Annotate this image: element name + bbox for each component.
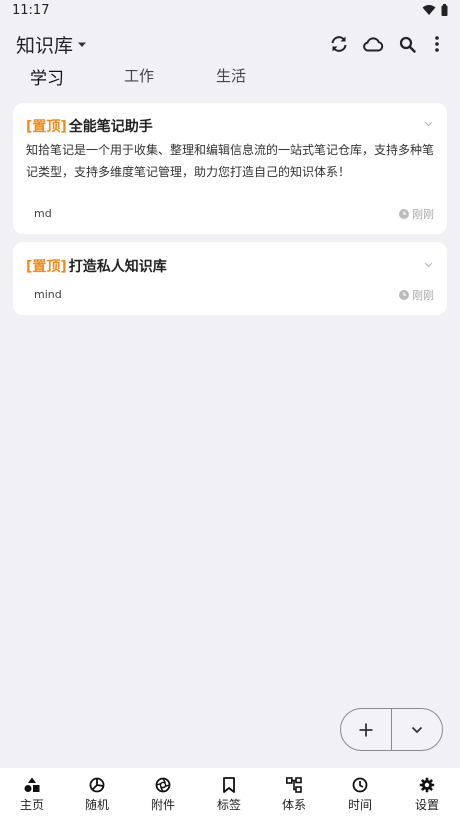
bookmark-icon bbox=[223, 777, 235, 793]
plus-icon bbox=[359, 723, 373, 736]
status-time: 11:17 bbox=[12, 3, 50, 18]
nav-item-random[interactable]: 随机 bbox=[64, 768, 130, 819]
nav-item-home[interactable]: 主页 bbox=[0, 768, 65, 819]
note-time-label: 刚刚 bbox=[412, 208, 434, 221]
note-title-row: [置顶] 全能笔记助手 bbox=[26, 116, 435, 136]
hierarchy-icon bbox=[286, 777, 302, 793]
cloud-button[interactable] bbox=[356, 30, 390, 58]
note-title: 全能笔记助手 bbox=[68, 119, 153, 135]
sync-icon bbox=[331, 36, 347, 52]
tab-work[interactable]: 工作 bbox=[124, 65, 154, 86]
note-description: 知拾笔记是一个用于收集、整理和编辑信息流的一站式笔记仓库，支持多种笔记类型，支持… bbox=[26, 143, 435, 179]
expand-chevron-icon[interactable] bbox=[424, 121, 433, 127]
add-note-button[interactable] bbox=[341, 709, 391, 750]
clock-icon bbox=[352, 777, 368, 793]
nav-label: 标签 bbox=[216, 798, 241, 812]
nav-item-system[interactable]: 体系 bbox=[261, 768, 327, 819]
category-tabs: 学习 工作 生活 bbox=[0, 62, 460, 90]
sync-button[interactable] bbox=[322, 30, 356, 58]
cloud-icon bbox=[363, 37, 384, 52]
note-type: mind bbox=[34, 288, 62, 301]
wifi-icon bbox=[422, 5, 436, 15]
search-icon bbox=[399, 36, 416, 53]
nav-label: 体系 bbox=[281, 798, 306, 812]
pinned-badge: [置顶] bbox=[26, 259, 67, 275]
chevron-down-icon bbox=[411, 726, 423, 733]
bottom-nav: 主页 随机 附件 标签 体系 时间 设置 bbox=[0, 768, 460, 819]
nav-label: 设置 bbox=[414, 798, 439, 812]
tab-study[interactable]: 学习 bbox=[30, 64, 64, 89]
app-bar: 知识库 bbox=[0, 22, 460, 66]
note-type: md bbox=[34, 207, 52, 220]
random-icon bbox=[89, 777, 105, 793]
nav-item-tags[interactable]: 标签 bbox=[196, 768, 262, 819]
note-time: 刚刚 bbox=[399, 206, 434, 222]
note-time: 刚刚 bbox=[399, 287, 434, 303]
tab-life[interactable]: 生活 bbox=[216, 65, 246, 86]
home-shapes-icon bbox=[24, 777, 40, 792]
nav-label: 随机 bbox=[84, 798, 109, 812]
nav-item-attachments[interactable]: 附件 bbox=[130, 768, 196, 819]
knowledge-base-selector[interactable]: 知识库 bbox=[16, 31, 87, 58]
fab-group bbox=[340, 708, 443, 751]
app-actions bbox=[322, 30, 450, 58]
gear-icon bbox=[419, 777, 435, 793]
note-card[interactable]: [置顶] 全能笔记助手 知拾笔记是一个用于收集、整理和编辑信息流的一站式笔记仓库… bbox=[13, 103, 447, 234]
more-menu-button[interactable] bbox=[424, 30, 450, 58]
expand-chevron-icon[interactable] bbox=[424, 262, 433, 268]
knowledge-base-title: 知识库 bbox=[16, 35, 74, 57]
aperture-icon bbox=[155, 777, 171, 793]
nav-item-time[interactable]: 时间 bbox=[327, 768, 393, 819]
nav-label: 附件 bbox=[150, 798, 175, 812]
search-button[interactable] bbox=[390, 30, 424, 58]
nav-label: 时间 bbox=[347, 798, 372, 812]
note-time-label: 刚刚 bbox=[412, 289, 434, 302]
note-card[interactable]: [置顶] 打造私人知识库 mind 刚刚 bbox=[13, 242, 447, 315]
clock-small-icon bbox=[399, 290, 409, 300]
fab-expand-button[interactable] bbox=[392, 709, 442, 750]
nav-item-settings[interactable]: 设置 bbox=[394, 768, 460, 819]
status-icons bbox=[422, 4, 448, 16]
note-title-row: [置顶] 打造私人知识库 bbox=[26, 256, 435, 276]
status-bar: 11:17 bbox=[0, 0, 460, 22]
clock-small-icon bbox=[399, 209, 409, 219]
nav-label: 主页 bbox=[19, 798, 44, 812]
more-vert-icon bbox=[435, 36, 439, 52]
battery-icon bbox=[441, 4, 448, 16]
pinned-badge: [置顶] bbox=[26, 119, 67, 135]
note-title: 打造私人知识库 bbox=[68, 259, 167, 275]
dropdown-caret-icon bbox=[78, 42, 87, 47]
